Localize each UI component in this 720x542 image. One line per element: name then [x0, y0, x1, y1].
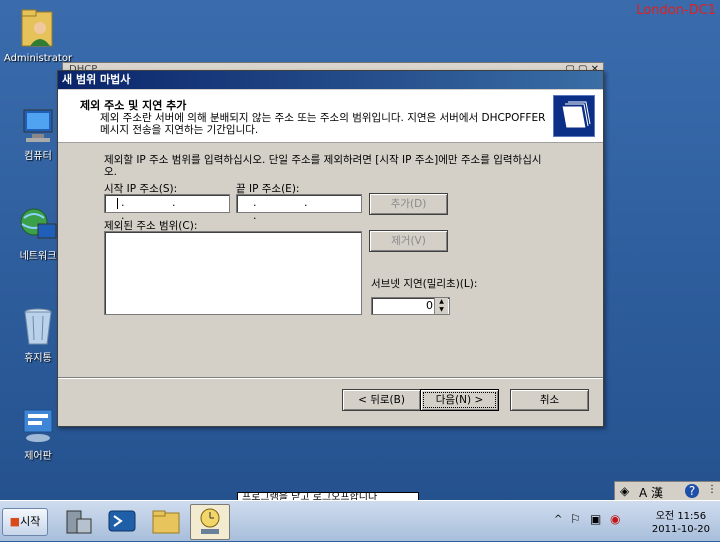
- network-tray-icon[interactable]: ▣: [590, 512, 601, 526]
- add-button[interactable]: 추가(D): [369, 193, 448, 215]
- spinner-arrows[interactable]: ▲ ▼: [434, 298, 448, 314]
- header-title: 제외 주소 및 지연 추가: [80, 99, 187, 112]
- wizard-folders-icon: [553, 95, 595, 137]
- clock-date: 2011-10-20: [651, 524, 710, 535]
- taskbar-powershell[interactable]: [102, 504, 142, 540]
- volume-muted-icon[interactable]: ◉: [610, 512, 620, 526]
- computer-icon: [23, 109, 53, 142]
- remove-button[interactable]: 제거(V): [369, 230, 448, 252]
- desktop-icon-label: 제어판: [24, 451, 52, 462]
- ime-mode-label[interactable]: A 漢: [639, 484, 663, 501]
- show-hidden-icons-icon[interactable]: ^: [554, 514, 562, 525]
- end-ip-input[interactable]: . . .: [236, 194, 362, 222]
- subnet-delay-value: 0: [426, 299, 433, 312]
- action-center-flag-icon[interactable]: ⚐: [570, 512, 581, 526]
- explorer-icon: [152, 510, 180, 534]
- recycle-bin-icon: [24, 308, 52, 345]
- end-ip-value: . . .: [253, 196, 330, 222]
- langbar-options-icon[interactable]: ⋮: [707, 484, 717, 495]
- control-panel-icon: [23, 409, 53, 442]
- windows-logo-icon: ■: [9, 515, 21, 528]
- wizard-header: 제외 주소 및 지연 추가 제외 주소란 서버에 의해 분배되지 않는 주소 또…: [58, 90, 603, 143]
- cancel-button[interactable]: 취소: [510, 389, 589, 411]
- next-button[interactable]: 다음(N) >: [420, 389, 499, 411]
- spin-up-icon[interactable]: ▲: [435, 298, 448, 306]
- server-manager-icon: [66, 510, 92, 534]
- desktop-icon-administrator[interactable]: Administrator: [0, 6, 76, 64]
- new-scope-wizard-dialog: 새 범위 마법사 제외 주소 및 지연 추가 제외 주소란 서버에 의해 분배되…: [57, 70, 604, 427]
- instruction-text: 제외할 IP 주소 범위를 입력하십시오. 단일 주소를 제외하려면 [시작 I…: [104, 154, 542, 178]
- clock-time: 오전 11:56: [655, 511, 707, 522]
- excluded-range-list[interactable]: [104, 231, 362, 315]
- user-folder-icon: [21, 9, 53, 47]
- system-tray: ^ ⚐ ▣ ◉ 오전 11:56 2011-10-20: [548, 505, 718, 537]
- taskbar-server-manager[interactable]: [58, 504, 98, 540]
- header-description: 제외 주소란 서버에 의해 분배되지 않는 주소 또는 주소의 범위입니다. 지…: [100, 112, 546, 136]
- dhcp-icon: [200, 508, 220, 534]
- back-button[interactable]: < 뒤로(B): [342, 389, 421, 411]
- start-button[interactable]: ■시작: [2, 508, 48, 536]
- subnet-delay-spinner[interactable]: 0 ▲ ▼: [371, 297, 450, 315]
- hostname-label: London-DC1: [636, 3, 716, 18]
- ime-icon[interactable]: ◈: [620, 484, 629, 498]
- taskbar: ■시작 ^ ⚐ ▣ ◉ 오전 11:56 2011-10-20: [0, 500, 720, 541]
- spin-down-icon[interactable]: ▼: [435, 306, 448, 314]
- network-icon: [20, 208, 57, 239]
- start-label: 시작: [20, 515, 41, 528]
- footer-separator: [58, 377, 603, 379]
- subnet-delay-label: 서브넷 지연(밀리초)(L):: [371, 278, 478, 290]
- wizard-title-bar[interactable]: 새 범위 마법사: [58, 71, 603, 89]
- help-icon[interactable]: ?: [685, 484, 699, 498]
- clock[interactable]: 오전 11:56 2011-10-20: [652, 510, 710, 536]
- start-ip-input[interactable]: . . .: [104, 194, 230, 222]
- powershell-icon: [108, 510, 136, 532]
- taskbar-explorer[interactable]: [146, 504, 186, 540]
- wizard-body: 제외할 IP 주소 범위를 입력하십시오. 단일 주소를 제외하려면 [시작 I…: [58, 143, 603, 383]
- taskbar-dhcp[interactable]: [190, 504, 230, 540]
